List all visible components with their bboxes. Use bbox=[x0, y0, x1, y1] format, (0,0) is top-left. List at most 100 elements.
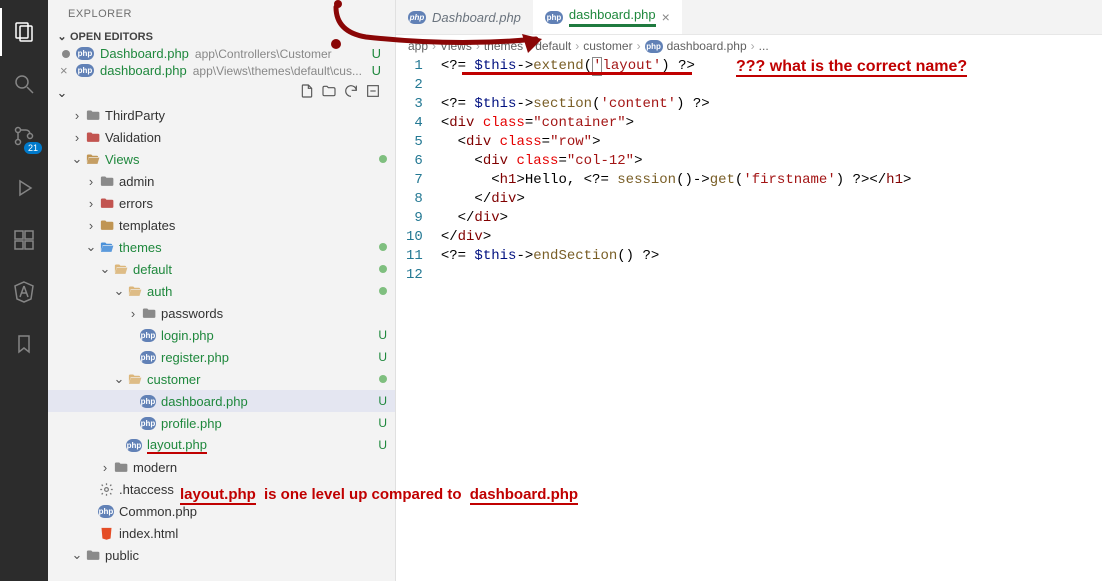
chevron-icon: › bbox=[70, 108, 84, 123]
workspace-header[interactable]: ⌄ bbox=[48, 81, 395, 104]
folder-icon bbox=[84, 152, 100, 167]
tree-folder[interactable]: ›admin bbox=[48, 170, 395, 192]
breadcrumb-item[interactable]: themes bbox=[484, 39, 523, 53]
folder-icon bbox=[98, 174, 114, 189]
git-status: U bbox=[372, 63, 391, 78]
folder-icon bbox=[98, 196, 114, 211]
tree-folder[interactable]: ⌄public bbox=[48, 544, 395, 566]
git-status: U bbox=[378, 394, 387, 408]
breadcrumb-item[interactable]: app bbox=[408, 39, 428, 53]
tree-file[interactable]: phpprofile.phpU bbox=[48, 412, 395, 434]
breadcrumb-item[interactable]: customer bbox=[583, 39, 632, 53]
scm-activity[interactable]: 21 bbox=[0, 112, 48, 160]
angular-activity[interactable] bbox=[0, 268, 48, 316]
chevron-icon: › bbox=[126, 306, 140, 321]
tab-dashboard-view[interactable]: php dashboard.php × bbox=[533, 0, 682, 34]
chevron-down-icon: ⌄ bbox=[54, 85, 70, 101]
chevron-icon: › bbox=[84, 174, 98, 189]
php-icon: php bbox=[140, 351, 156, 364]
tree-folder[interactable]: ⌄auth bbox=[48, 280, 395, 302]
tree-folder[interactable]: ⌄customer bbox=[48, 368, 395, 390]
tree-folder[interactable]: ⌄themes bbox=[48, 236, 395, 258]
git-status: U bbox=[378, 350, 387, 364]
tree-folder[interactable]: ⌄Views bbox=[48, 148, 395, 170]
chevron-icon: › bbox=[98, 460, 112, 475]
folder-icon bbox=[98, 240, 114, 255]
open-editor-item[interactable]: phpDashboard.phpapp\Controllers\Customer… bbox=[48, 45, 395, 62]
git-status: U bbox=[378, 328, 387, 342]
code-line[interactable]: <h1>Hello, <?= session()->get('firstname… bbox=[441, 171, 912, 190]
html-icon bbox=[98, 526, 114, 541]
chevron-icon: ⌄ bbox=[98, 261, 112, 277]
chevron-icon: ⌄ bbox=[70, 151, 84, 167]
code-line[interactable]: <?= $this->extend('layout') ?> bbox=[441, 57, 912, 76]
new-file-icon[interactable] bbox=[299, 83, 315, 102]
tree-folder[interactable]: ›modern bbox=[48, 456, 395, 478]
code-line[interactable]: </div> bbox=[441, 190, 912, 209]
chevron-right-icon: › bbox=[432, 39, 436, 53]
code-line[interactable]: <?= $this->section('content') ?> bbox=[441, 95, 912, 114]
close-icon[interactable]: × bbox=[662, 9, 670, 25]
tree-folder[interactable]: ›Validation bbox=[48, 126, 395, 148]
explorer-activity[interactable] bbox=[0, 8, 48, 56]
breadcrumb-item[interactable]: default bbox=[535, 39, 571, 53]
tree-file[interactable]: phpdashboard.phpU bbox=[48, 390, 395, 412]
code-line[interactable] bbox=[441, 76, 912, 95]
breadcrumb-item[interactable]: php dashboard.php bbox=[645, 39, 747, 53]
activity-bar: 21 bbox=[0, 0, 48, 581]
tree-file[interactable]: phplayout.phpU bbox=[48, 434, 395, 456]
code-line[interactable]: </div> bbox=[441, 228, 912, 247]
modified-dot-icon bbox=[379, 265, 387, 273]
chevron-icon: ⌄ bbox=[70, 547, 84, 563]
code-editor[interactable]: 123456789101112 <?= $this->extend('layou… bbox=[396, 57, 1102, 285]
modified-dot-icon bbox=[379, 243, 387, 251]
tree-file[interactable]: .htaccess bbox=[48, 478, 395, 500]
breadcrumb-item[interactable]: ... bbox=[759, 39, 769, 53]
tree-folder[interactable]: ›templates bbox=[48, 214, 395, 236]
chevron-icon: ⌄ bbox=[112, 371, 126, 387]
chevron-right-icon: › bbox=[476, 39, 480, 53]
collapse-icon[interactable] bbox=[365, 83, 381, 102]
code-lines[interactable]: <?= $this->extend('layout') ?> <?= $this-… bbox=[441, 57, 912, 285]
folder-icon bbox=[84, 130, 100, 145]
code-line[interactable]: <div class="col-12"> bbox=[441, 152, 912, 171]
folder-icon bbox=[140, 306, 156, 321]
tree-folder[interactable]: ›ThirdParty bbox=[48, 104, 395, 126]
tree-folder[interactable]: ›passwords bbox=[48, 302, 395, 324]
breadcrumb-item[interactable]: Views bbox=[440, 39, 472, 53]
new-folder-icon[interactable] bbox=[321, 83, 337, 102]
chevron-right-icon: › bbox=[575, 39, 579, 53]
folder-icon bbox=[84, 548, 100, 563]
chevron-right-icon: › bbox=[637, 39, 641, 53]
php-icon: php bbox=[645, 40, 663, 53]
folder-icon bbox=[98, 218, 114, 233]
tab-dashboard-controller[interactable]: php Dashboard.php bbox=[396, 0, 533, 34]
open-editors-header[interactable]: ⌄ OPEN EDITORS bbox=[48, 28, 395, 45]
open-editor-item[interactable]: ×phpdashboard.phpapp\Views\themes\defaul… bbox=[48, 62, 395, 79]
code-line[interactable]: <div class="container"> bbox=[441, 114, 912, 133]
extensions-activity[interactable] bbox=[0, 216, 48, 264]
dirty-dot-icon bbox=[62, 50, 70, 58]
tree-folder[interactable]: ›errors bbox=[48, 192, 395, 214]
bookmark-activity[interactable] bbox=[0, 320, 48, 368]
folder-icon bbox=[126, 372, 142, 387]
line-gutter: 123456789101112 bbox=[396, 57, 441, 285]
chevron-right-icon: › bbox=[751, 39, 755, 53]
code-line[interactable] bbox=[441, 266, 912, 285]
search-activity[interactable] bbox=[0, 60, 48, 108]
tree-file[interactable]: phpCommon.php bbox=[48, 500, 395, 522]
file-tree[interactable]: ›ThirdParty›Validation⌄Views›admin›error… bbox=[48, 104, 395, 581]
debug-activity[interactable] bbox=[0, 164, 48, 212]
tree-file[interactable]: index.html bbox=[48, 522, 395, 544]
tree-file[interactable]: phpregister.phpU bbox=[48, 346, 395, 368]
code-line[interactable]: <div class="row"> bbox=[441, 133, 912, 152]
tree-folder[interactable]: ⌄default bbox=[48, 258, 395, 280]
refresh-icon[interactable] bbox=[343, 83, 359, 102]
close-icon[interactable]: × bbox=[60, 63, 68, 78]
tree-file[interactable]: phplogin.phpU bbox=[48, 324, 395, 346]
code-line[interactable]: </div> bbox=[441, 209, 912, 228]
settings-icon bbox=[98, 482, 114, 497]
breadcrumb[interactable]: app › Views › themes › default › customer › php da… bbox=[396, 35, 1102, 57]
code-line[interactable]: <?= $this->endSection() ?> bbox=[441, 247, 912, 266]
explorer-sidebar: EXPLORER ⌄ OPEN EDITORS phpDashboard.php… bbox=[48, 0, 396, 581]
